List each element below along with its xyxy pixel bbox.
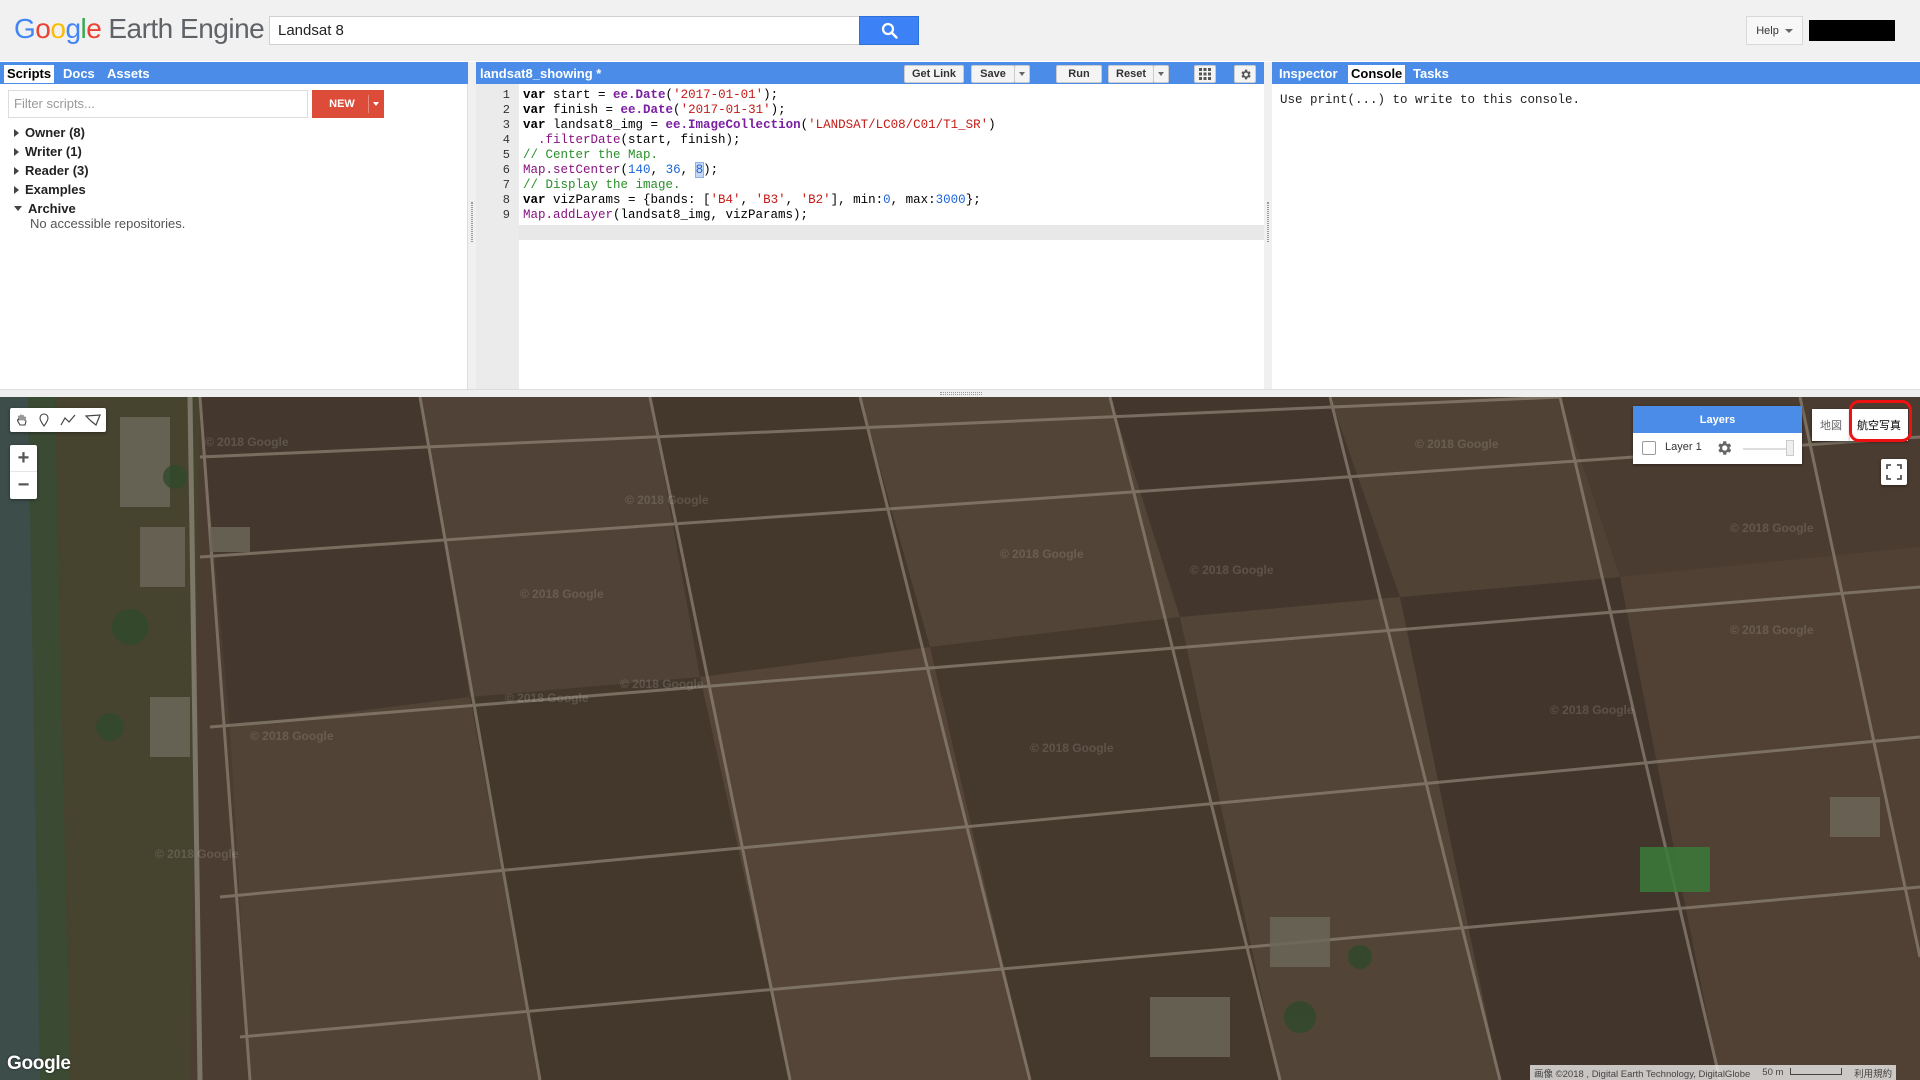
layers-panel: Layers Layer 1 bbox=[1633, 406, 1802, 464]
search-button[interactable] bbox=[859, 16, 919, 45]
code-line[interactable]: var start = ee.Date('2017-01-01'); bbox=[523, 88, 778, 103]
account-redacted[interactable] bbox=[1809, 20, 1895, 41]
map-attribution: 画像 ©2018 , Digital Earth Technology, Dig… bbox=[1530, 1065, 1897, 1080]
tab-docs[interactable]: Docs bbox=[60, 65, 98, 83]
filter-scripts-input[interactable]: Filter scripts... bbox=[8, 90, 308, 118]
gear-icon[interactable] bbox=[1715, 439, 1733, 457]
fullscreen-button[interactable] bbox=[1881, 459, 1907, 485]
map-type-map-button[interactable]: 地図 bbox=[1812, 409, 1850, 441]
code-line[interactable]: // Display the image. bbox=[523, 178, 681, 193]
tab-scripts[interactable]: Scripts bbox=[4, 65, 55, 83]
grid-icon bbox=[1199, 68, 1211, 80]
save-button[interactable]: Save bbox=[971, 65, 1015, 83]
code-line[interactable]: var landsat8_img = ee.ImageCollection('L… bbox=[523, 118, 996, 133]
logo-product-name: Earth Engine bbox=[108, 13, 265, 44]
tree-item-owner[interactable]: Owner (8) bbox=[14, 124, 85, 141]
apps-button[interactable] bbox=[1194, 65, 1216, 83]
annotation-highlight bbox=[1849, 400, 1912, 442]
zoom-out-button[interactable]: − bbox=[10, 472, 37, 499]
fullscreen-icon bbox=[1886, 464, 1902, 480]
code-editor-panel: landsat8_showing * Get Link Save Run Res… bbox=[476, 62, 1264, 389]
layers-title[interactable]: Layers bbox=[1633, 406, 1802, 433]
tab-tasks[interactable]: Tasks bbox=[1410, 65, 1452, 83]
polygon-icon[interactable] bbox=[85, 413, 102, 427]
scale-bar[interactable]: 50 m bbox=[1754, 1067, 1850, 1078]
chevron-down-icon bbox=[373, 102, 379, 106]
code-line[interactable]: Map.addLayer(landsat8_img, vizParams); bbox=[523, 208, 808, 223]
earth-engine-logo[interactable]: Google Earth Engine bbox=[14, 13, 265, 45]
terms-link[interactable]: 利用規約 bbox=[1850, 1066, 1896, 1080]
scale-label: 50 m bbox=[1762, 1067, 1784, 1078]
expand-right-icon bbox=[14, 128, 19, 137]
code-line[interactable]: .filterDate(start, finish); bbox=[523, 133, 741, 148]
console-panel-tabbar: Inspector Console Tasks bbox=[1272, 62, 1920, 84]
layer-opacity-slider[interactable] bbox=[1743, 448, 1791, 450]
get-link-button[interactable]: Get Link bbox=[904, 65, 964, 83]
attribution-text[interactable]: 画像 ©2018 , Digital Earth Technology, Dig… bbox=[1530, 1066, 1754, 1080]
new-button[interactable]: NEW bbox=[312, 90, 384, 118]
map-splitter[interactable] bbox=[0, 389, 1920, 397]
zoom-control: + − bbox=[10, 445, 37, 499]
expand-right-icon bbox=[14, 147, 19, 156]
line-number-gutter: 1 2 3 4 5 6 7 8 9 bbox=[476, 84, 519, 389]
script-title[interactable]: landsat8_showing * bbox=[480, 66, 601, 81]
app-header: Google Earth Engine Landsat 8 Help bbox=[0, 0, 1920, 61]
code-line[interactable]: var vizParams = {bands: ['B4', 'B3', 'B2… bbox=[523, 193, 981, 208]
reset-dropdown-button[interactable] bbox=[1153, 65, 1169, 83]
tree-item-archive[interactable]: Archive bbox=[14, 200, 76, 217]
run-button[interactable]: Run bbox=[1056, 65, 1102, 83]
right-splitter[interactable] bbox=[1264, 62, 1272, 389]
console-output: Use print(...) to write to this console. bbox=[1280, 93, 1581, 107]
tab-assets[interactable]: Assets bbox=[104, 65, 153, 83]
hand-icon[interactable] bbox=[15, 413, 29, 427]
search-input[interactable]: Landsat 8 bbox=[269, 16, 860, 45]
active-line-highlight bbox=[476, 225, 1264, 240]
map-view[interactable]: © 2018 Google © 2018 Google © 2018 Googl… bbox=[0, 397, 1920, 1080]
layer-name: Layer 1 bbox=[1665, 441, 1702, 453]
chevron-down-icon bbox=[1158, 72, 1164, 76]
layer-row: Layer 1 bbox=[1633, 433, 1802, 464]
gear-icon bbox=[1240, 69, 1251, 79]
scripts-panel-tabbar: Scripts Docs Assets bbox=[0, 62, 468, 84]
help-label: Help bbox=[1756, 24, 1779, 37]
chevron-down-icon bbox=[1019, 72, 1025, 76]
reset-button[interactable]: Reset bbox=[1108, 65, 1154, 83]
editor-toolbar: landsat8_showing * Get Link Save Run Res… bbox=[476, 62, 1264, 84]
tree-item-examples[interactable]: Examples bbox=[14, 181, 86, 198]
archive-empty-message: No accessible repositories. bbox=[30, 216, 186, 231]
zoom-in-button[interactable]: + bbox=[10, 445, 37, 472]
layer-visibility-checkbox[interactable] bbox=[1642, 441, 1656, 455]
tree-item-writer[interactable]: Writer (1) bbox=[14, 143, 82, 160]
help-button[interactable]: Help bbox=[1746, 16, 1803, 45]
console-panel: Inspector Console Tasks Use print(...) t… bbox=[1272, 62, 1920, 389]
google-logo: Google bbox=[7, 1053, 71, 1074]
tab-inspector[interactable]: Inspector bbox=[1276, 65, 1341, 83]
expand-down-icon bbox=[14, 206, 22, 211]
slider-handle[interactable] bbox=[1786, 440, 1794, 456]
left-splitter[interactable] bbox=[468, 62, 476, 389]
save-dropdown-button[interactable] bbox=[1014, 65, 1030, 83]
expand-right-icon bbox=[14, 185, 19, 194]
expand-right-icon bbox=[14, 166, 19, 175]
scripts-panel: Scripts Docs Assets Filter scripts... NE… bbox=[0, 62, 468, 389]
drawing-tools bbox=[10, 408, 106, 432]
new-button-label: NEW bbox=[329, 98, 355, 110]
polyline-icon[interactable] bbox=[60, 413, 76, 427]
chevron-down-icon bbox=[1784, 28, 1793, 33]
marker-icon[interactable] bbox=[38, 413, 50, 427]
code-line[interactable]: Map.setCenter(140, 36, 8); bbox=[523, 162, 718, 178]
search-icon bbox=[881, 22, 898, 39]
code-line[interactable]: // Center the Map. bbox=[523, 148, 658, 163]
code-line[interactable]: var finish = ee.Date('2017-01-31'); bbox=[523, 103, 786, 118]
tree-item-reader[interactable]: Reader (3) bbox=[14, 162, 89, 179]
settings-button[interactable] bbox=[1234, 65, 1256, 83]
tab-console[interactable]: Console bbox=[1348, 65, 1406, 83]
